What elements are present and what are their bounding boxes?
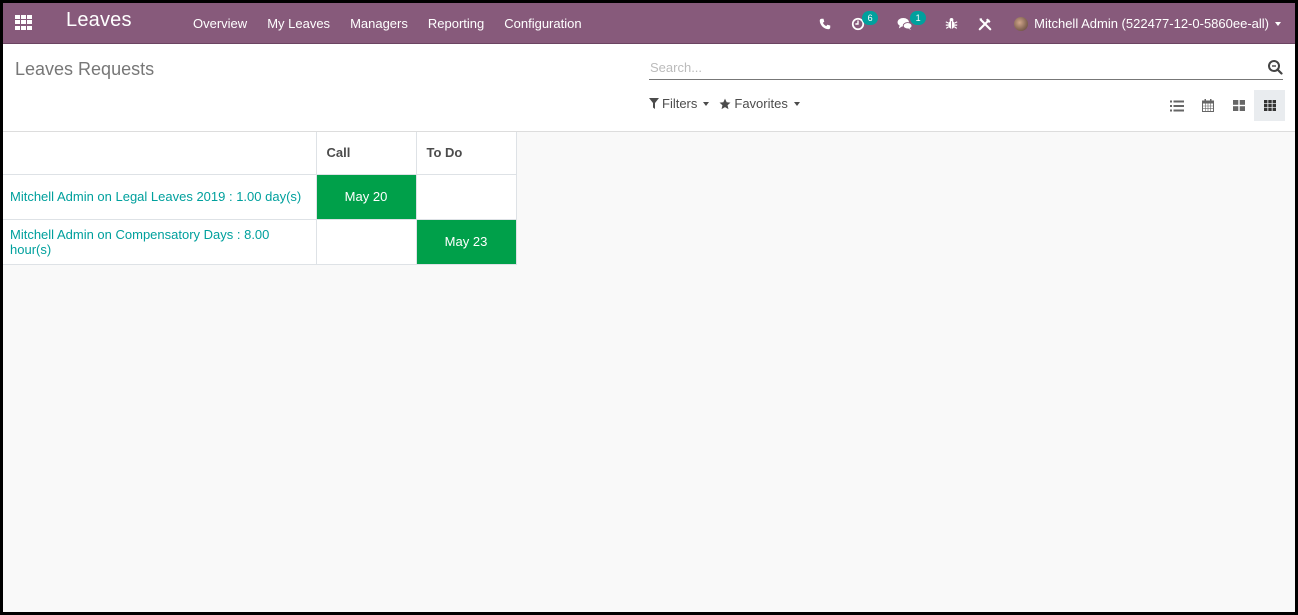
record-name-link[interactable]: Mitchell Admin on Compensatory Days : 8.… [3, 218, 317, 265]
calendar-icon [1201, 99, 1214, 112]
user-name: Mitchell Admin (522477-12-0-5860ee-all) [1034, 16, 1269, 31]
systray: 6 1 Mitchell Admin (522477-12-0-5860ee-a… [809, 3, 1285, 44]
caret-down-icon [793, 101, 800, 106]
activity-button[interactable]: 6 [841, 3, 887, 44]
search-icon[interactable] [1267, 59, 1283, 75]
activity-table: Call To Do Mitchell Admin on Legal Leave… [3, 132, 517, 265]
view-switcher [1161, 90, 1285, 121]
favorites-button[interactable]: Favorites [719, 96, 800, 111]
search-input[interactable] [649, 56, 1249, 78]
phone-icon [819, 18, 831, 29]
menu-reporting[interactable]: Reporting [418, 3, 494, 44]
menu-overview[interactable]: Overview [183, 3, 257, 44]
messages-count-badge: 1 [910, 11, 927, 25]
table-header-row: Call To Do [3, 132, 517, 175]
record-name-link[interactable]: Mitchell Admin on Legal Leaves 2019 : 1.… [3, 173, 317, 220]
list-view-button[interactable] [1161, 90, 1192, 121]
main-navbar: Leaves Overview My Leaves Managers Repor… [3, 3, 1295, 44]
activity-cell-todo[interactable] [415, 173, 517, 220]
activity-view-button[interactable] [1254, 90, 1285, 121]
menu-configuration[interactable]: Configuration [494, 3, 591, 44]
main-menu: Overview My Leaves Managers Reporting Co… [183, 3, 592, 44]
activity-view: Call To Do Mitchell Admin on Legal Leave… [3, 132, 517, 265]
table-row: Mitchell Admin on Compensatory Days : 8.… [3, 218, 517, 265]
app-brand: Leaves [66, 9, 132, 31]
menu-my-leaves[interactable]: My Leaves [257, 3, 340, 44]
app-window: Leaves Overview My Leaves Managers Repor… [3, 3, 1295, 612]
filter-icon [649, 98, 659, 109]
apps-menu-icon[interactable] [15, 15, 32, 30]
filters-button[interactable]: Filters [649, 96, 710, 111]
kanban-view-button[interactable] [1223, 90, 1254, 121]
calendar-view-button[interactable] [1192, 90, 1223, 121]
menu-managers[interactable]: Managers [340, 3, 418, 44]
user-avatar [1014, 16, 1029, 31]
messages-button[interactable]: 1 [887, 3, 935, 44]
header-activity-todo: To Do [415, 132, 517, 175]
activity-cell-call[interactable]: May 20 [315, 173, 417, 220]
debug-button[interactable] [935, 3, 968, 44]
user-menu[interactable]: Mitchell Admin (522477-12-0-5860ee-all) [1002, 16, 1285, 31]
tools-button[interactable] [968, 3, 1002, 44]
search-options: Filters Favorites [649, 96, 810, 111]
header-record [3, 132, 317, 175]
phone-button[interactable] [809, 3, 841, 44]
tools-icon [978, 17, 992, 30]
list-icon [1169, 100, 1184, 111]
activity-count-badge: 6 [862, 11, 879, 25]
search-bar [649, 56, 1283, 80]
bug-icon [945, 17, 958, 29]
page-title: Leaves Requests [15, 59, 155, 79]
filters-label: Filters [662, 96, 698, 111]
control-panel: Leaves Requests Filters Favorites [3, 44, 1295, 132]
activity-cell-call[interactable] [315, 218, 417, 265]
star-icon [719, 98, 731, 109]
grid-icon [1263, 100, 1276, 111]
header-activity-call: Call [315, 132, 417, 175]
caret-down-icon [1275, 21, 1281, 26]
kanban-icon [1232, 100, 1245, 111]
activity-cell-todo[interactable]: May 23 [415, 218, 517, 265]
caret-down-icon [703, 101, 710, 106]
table-row: Mitchell Admin on Legal Leaves 2019 : 1.… [3, 173, 517, 220]
favorites-label: Favorites [734, 96, 788, 111]
